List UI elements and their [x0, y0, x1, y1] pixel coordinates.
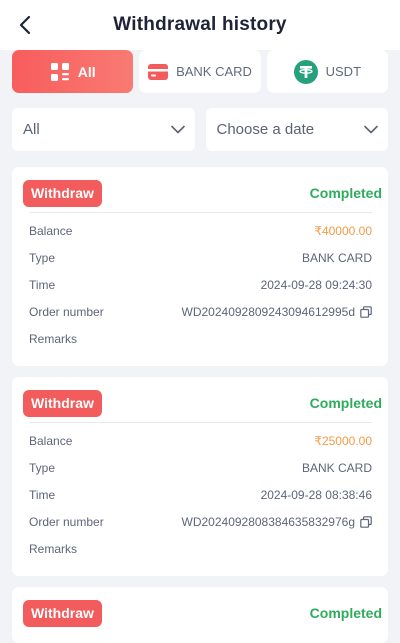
time-label: Time: [29, 277, 56, 292]
tab-bank-card-label: BANK CARD: [176, 64, 252, 79]
time-value: 2024-09-28 09:24:30: [260, 277, 372, 292]
withdrawal-record: Withdraw Completed Balance ₹25000.00 Typ…: [12, 377, 388, 576]
filter-bar: All Choose a date: [12, 108, 388, 151]
balance-label: Balance: [29, 223, 73, 238]
tab-all-label: All: [77, 63, 96, 80]
type-badge: Withdraw: [23, 389, 102, 417]
type-label: Type: [29, 460, 56, 475]
type-select-value: All: [23, 121, 40, 138]
tab-bar: All BANK CARD USDT: [12, 50, 388, 94]
type-select[interactable]: All: [12, 108, 195, 151]
header-bar: Withdrawal history: [0, 0, 400, 50]
date-picker-value: Choose a date: [216, 121, 315, 138]
balance-row: Balance ₹25000.00: [29, 427, 372, 454]
tab-all[interactable]: All: [12, 50, 134, 93]
copy-icon[interactable]: [360, 305, 372, 318]
withdrawal-record: Withdraw Completed: [12, 587, 388, 643]
status-label: Completed: [309, 395, 382, 411]
order-row: Order number WD2024092808384635832976g: [29, 508, 372, 535]
page-title: Withdrawal history: [113, 14, 287, 35]
chevron-down-icon: [170, 125, 185, 134]
type-value: BANK CARD: [301, 250, 372, 265]
tab-usdt[interactable]: USDT: [266, 50, 388, 93]
chevron-left-icon: [19, 15, 31, 35]
type-badge: Withdraw: [23, 179, 102, 207]
withdrawal-record: Withdraw Completed Balance ₹40000.00 Typ…: [12, 167, 388, 366]
grid-icon: [50, 62, 70, 82]
remarks-row: Remarks: [29, 325, 372, 352]
time-value: 2024-09-28 08:38:46: [260, 487, 372, 502]
order-label: Order number: [29, 304, 104, 319]
back-button[interactable]: [14, 12, 36, 38]
balance-row: Balance ₹40000.00: [29, 217, 372, 244]
type-value: BANK CARD: [301, 460, 372, 475]
type-label: Type: [29, 250, 56, 265]
balance-label: Balance: [29, 433, 73, 448]
time-row: Time 2024-09-28 09:24:30: [29, 271, 372, 298]
tether-icon: [293, 59, 318, 84]
order-value: WD2024092809243094612995d: [181, 304, 356, 319]
balance-value: ₹40000.00: [314, 223, 372, 238]
order-value: WD2024092808384635832976g: [181, 514, 356, 529]
type-row: Type BANK CARD: [29, 244, 372, 271]
remarks-row: Remarks: [29, 535, 372, 562]
status-label: Completed: [309, 185, 382, 201]
balance-value: ₹25000.00: [314, 433, 372, 448]
type-badge: Withdraw: [23, 599, 102, 627]
status-label: Completed: [309, 605, 382, 621]
chevron-down-icon: [364, 125, 378, 134]
card-icon: [148, 63, 169, 80]
order-label: Order number: [29, 514, 104, 529]
remarks-label: Remarks: [29, 331, 78, 346]
copy-icon[interactable]: [360, 515, 372, 528]
time-row: Time 2024-09-28 08:38:46: [29, 481, 372, 508]
remarks-label: Remarks: [29, 541, 78, 556]
tab-bank-card[interactable]: BANK CARD: [139, 50, 261, 93]
date-picker[interactable]: Choose a date: [205, 108, 388, 151]
time-label: Time: [29, 487, 56, 502]
tab-usdt-label: USDT: [325, 64, 362, 79]
type-row: Type BANK CARD: [29, 454, 372, 481]
order-row: Order number WD2024092809243094612995d: [29, 298, 372, 325]
